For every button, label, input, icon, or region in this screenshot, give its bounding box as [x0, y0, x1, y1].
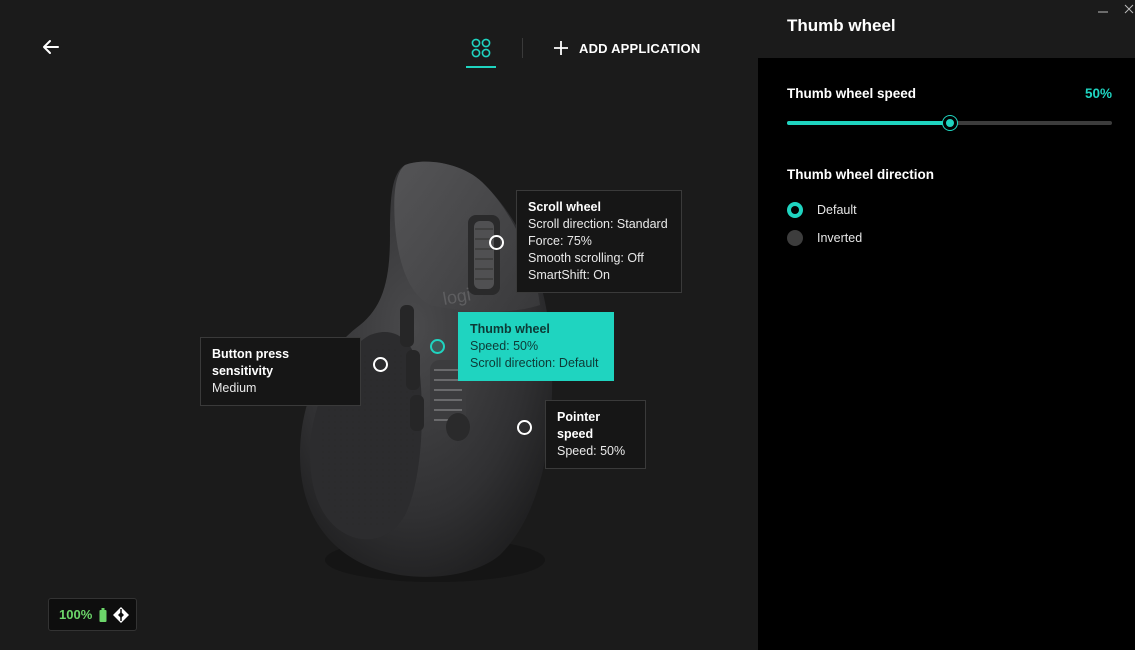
thumb-wheel-callout[interactable]: Thumb wheel Speed: 50% Scroll direction:… [458, 312, 614, 381]
topbar-divider [522, 38, 523, 58]
device-view: ADD APPLICATION logi Scroll wheel Scroll… [0, 0, 758, 650]
active-tab-indicator [466, 66, 496, 68]
battery-icon [99, 607, 107, 622]
callout-line: Scroll direction: Default [470, 356, 599, 370]
direction-option-default[interactable]: Default [787, 201, 857, 219]
slider-thumb[interactable] [942, 116, 957, 130]
radio-button[interactable] [787, 202, 803, 218]
minimize-icon[interactable] [1098, 6, 1108, 14]
button-press-hotspot[interactable] [373, 357, 388, 372]
callout-line: SmartShift: On [528, 268, 610, 282]
back-arrow-icon[interactable] [40, 36, 64, 58]
pointer-speed-callout[interactable]: Pointer speed Speed: 50% [545, 400, 646, 469]
callout-title: Button press sensitivity [212, 347, 290, 378]
panel-header: Thumb wheel [758, 0, 1135, 58]
logi-flow-icon [113, 606, 130, 623]
plus-icon [554, 41, 568, 55]
radio-label: Inverted [817, 231, 863, 245]
direction-option-inverted[interactable]: Inverted [787, 229, 862, 247]
thumb-wheel-direction-label: Thumb wheel direction [787, 167, 935, 182]
slider-fill [787, 121, 950, 125]
scroll-wheel-callout[interactable]: Scroll wheel Scroll direction: Standard … [516, 190, 682, 293]
thumb-wheel-speed-value: 50% [1084, 86, 1112, 101]
pointer-speed-hotspot[interactable] [517, 420, 532, 435]
add-application-label: ADD APPLICATION [579, 40, 701, 56]
app-grid-icon [471, 38, 491, 58]
app-grid-tab[interactable] [466, 34, 496, 68]
button-press-callout[interactable]: Button press sensitivity Medium [200, 337, 361, 406]
radio-button[interactable] [787, 230, 803, 246]
callout-line: Force: 75% [528, 234, 592, 248]
battery-percent: 100% [59, 607, 93, 622]
thumb-wheel-speed-slider[interactable] [787, 116, 1112, 130]
callout-title: Scroll wheel [528, 200, 601, 214]
close-icon[interactable] [1124, 4, 1134, 14]
callout-title: Pointer speed [557, 410, 601, 441]
callout-line: Medium [212, 381, 257, 395]
thumb-wheel-speed-label: Thumb wheel speed [787, 86, 917, 101]
scroll-wheel-hotspot[interactable] [489, 235, 504, 250]
settings-panel: Thumb wheel Thumb wheel speed 50% Thumb … [758, 0, 1135, 650]
radio-label: Default [817, 203, 857, 217]
callout-title: Thumb wheel [470, 322, 550, 336]
thumb-wheel-hotspot[interactable] [430, 339, 445, 354]
add-application-button[interactable]: ADD APPLICATION [553, 38, 700, 58]
callout-line: Scroll direction: Standard [528, 217, 668, 231]
callout-line: Speed: 50% [470, 339, 539, 353]
callout-line: Smooth scrolling: Off [528, 251, 644, 265]
callout-line: Speed: 50% [557, 444, 626, 458]
battery-status[interactable]: 100% [48, 598, 137, 631]
panel-title: Thumb wheel [787, 16, 896, 35]
